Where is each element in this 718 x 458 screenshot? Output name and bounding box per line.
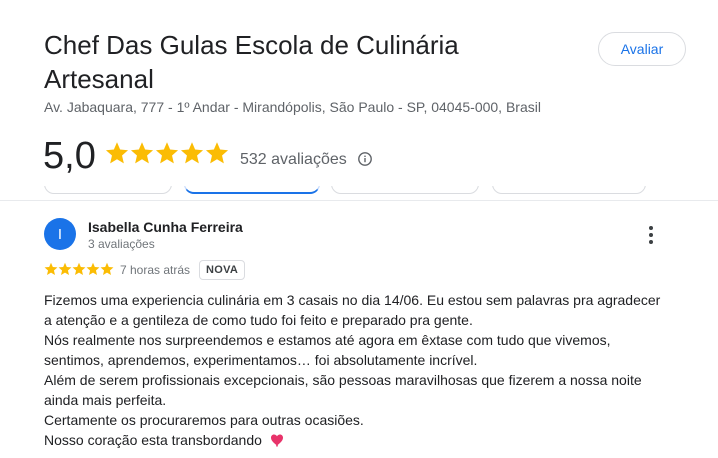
new-badge: NOVA xyxy=(199,260,246,280)
filter-tab-3[interactable] xyxy=(331,186,479,194)
star-icon xyxy=(44,262,58,276)
review-line: a atenção e a gentileza de como tudo foi… xyxy=(44,312,473,328)
star-icon xyxy=(86,262,100,276)
more-dot xyxy=(649,233,653,237)
place-title: Chef Das Gulas Escola de Culinária Artes… xyxy=(44,28,564,96)
review-line: Fizemos uma experiencia culinária em 3 c… xyxy=(44,292,661,308)
filter-tab-2[interactable] xyxy=(184,186,320,194)
star-icon xyxy=(105,142,129,164)
place-title-line-2: Artesanal xyxy=(44,64,154,94)
review-time: 7 horas atrás xyxy=(120,263,191,277)
star-icon xyxy=(205,142,229,164)
filter-tabs xyxy=(44,186,646,200)
avatar-letter: I xyxy=(57,225,63,243)
review-line: sentimos, aprendemos, experimentamos… fo… xyxy=(44,352,478,368)
review-line-text: Nosso coração esta transbordando xyxy=(44,432,262,448)
review-line: ainda mais perfeita. xyxy=(44,392,167,408)
star-icon xyxy=(180,142,204,164)
heart-icon xyxy=(270,434,283,447)
star-icon xyxy=(58,262,72,276)
rating-score: 5,0 xyxy=(43,135,96,177)
review-line: Nosso coração esta transbordando xyxy=(44,430,684,450)
review-count-link[interactable]: 532 avaliações xyxy=(240,151,347,169)
review-line: Além de serem profissionais excepcionais… xyxy=(44,372,642,388)
rating-stars xyxy=(105,141,229,165)
rate-button[interactable]: Avaliar xyxy=(598,32,686,66)
more-vert-icon[interactable] xyxy=(640,224,662,246)
reviewer-name[interactable]: Isabella Cunha Ferreira xyxy=(88,219,243,235)
place-address: Av. Jabaquara, 777 - 1º Andar - Mirandóp… xyxy=(44,99,541,115)
review-stars xyxy=(44,262,114,276)
star-icon xyxy=(130,142,154,164)
filter-tab-4[interactable] xyxy=(492,186,646,194)
star-icon xyxy=(72,262,86,276)
place-title-line-1: Chef Das Gulas Escola de Culinária xyxy=(44,30,459,60)
reviewer-review-count: 3 avaliações xyxy=(88,237,155,251)
more-dot xyxy=(649,226,653,230)
more-dot xyxy=(649,240,653,244)
star-icon xyxy=(155,142,179,164)
filter-tab-1[interactable] xyxy=(44,186,172,194)
avatar[interactable]: I xyxy=(44,218,76,250)
star-icon xyxy=(100,262,114,276)
review-line: Certamente os procuraremos para outras o… xyxy=(44,412,364,428)
review-line: Nós realmente nos surpreendemos e estamo… xyxy=(44,332,611,348)
review-text: Fizemos uma experiencia culinária em 3 c… xyxy=(44,290,684,450)
info-icon[interactable] xyxy=(357,151,373,167)
section-divider xyxy=(0,200,718,201)
